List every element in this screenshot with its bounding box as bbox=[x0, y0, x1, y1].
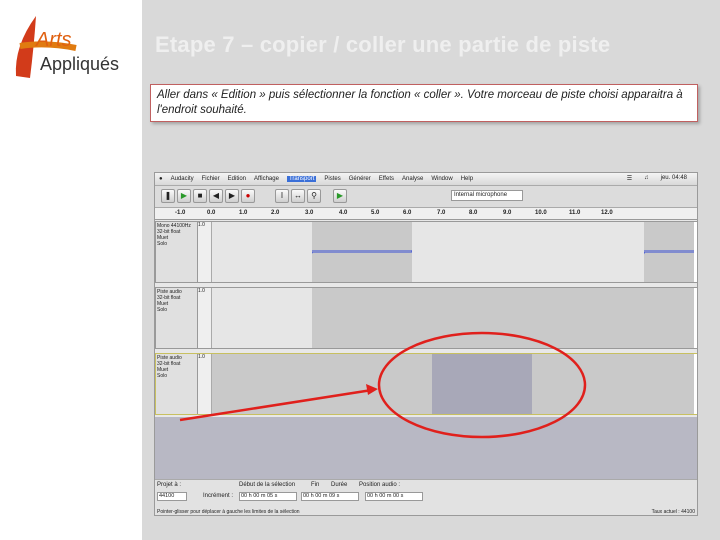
unselected-region bbox=[412, 222, 644, 282]
menu-effets[interactable]: Effets bbox=[379, 176, 394, 182]
track-area: Mono 44100Hz 32-bit float Muet Solo 1.0 bbox=[155, 221, 697, 417]
waveform-area[interactable] bbox=[212, 288, 694, 348]
ruler-tick: 11.0 bbox=[569, 210, 581, 216]
menu-edition[interactable]: Edition bbox=[228, 176, 246, 182]
track-control-panel[interactable]: Mono 44100Hz 32-bit float Muet Solo bbox=[156, 222, 198, 282]
record-button[interactable]: ● bbox=[241, 189, 255, 203]
solo-button[interactable]: Solo bbox=[157, 241, 196, 247]
menu-bar: ● Audacity Fichier Edition Affichage Tra… bbox=[155, 173, 697, 186]
menu-window[interactable]: Window bbox=[431, 176, 452, 182]
ruler-tick: 5.0 bbox=[371, 210, 380, 216]
ruler-tick: 7.0 bbox=[437, 210, 446, 216]
envelope-tool-icon[interactable]: ↔ bbox=[291, 189, 305, 203]
project-rate-label: Projet à : bbox=[157, 482, 182, 488]
ruler-tick: 6.0 bbox=[403, 210, 412, 216]
selection-start-label: Début de la sélection bbox=[239, 482, 296, 488]
pause-button[interactable]: ❚ bbox=[161, 189, 175, 203]
end-radio[interactable]: Fin bbox=[311, 482, 319, 488]
ruler-tick: 10.0 bbox=[535, 210, 547, 216]
waveform-area[interactable] bbox=[211, 222, 694, 282]
snap-label[interactable]: Incrément : bbox=[203, 493, 233, 499]
solo-button[interactable]: Solo bbox=[157, 307, 196, 313]
audio-position-field[interactable]: 00 h 00 m 00 s bbox=[365, 492, 423, 501]
ruler-tick: 8.0 bbox=[469, 210, 478, 216]
menu-analyse[interactable]: Analyse bbox=[402, 176, 423, 182]
scale-label: 1.0 bbox=[198, 288, 205, 294]
logo-line2: Appliqués bbox=[40, 54, 119, 74]
menu-pistes[interactable]: Pistes bbox=[324, 176, 340, 182]
play-at-speed-button[interactable]: ▶ bbox=[333, 189, 347, 203]
waveform-area[interactable] bbox=[212, 354, 694, 414]
menu-transport[interactable]: Transport bbox=[286, 176, 317, 182]
menu-fichier[interactable]: Fichier bbox=[202, 176, 220, 182]
status-hint: Pointer-glisser pour déplacer à gauche l… bbox=[157, 509, 300, 515]
audio-position-label: Position audio : bbox=[359, 482, 401, 488]
selection-start-field[interactable]: 00 h 00 m 05 s bbox=[239, 492, 297, 501]
logo-line1: Arts bbox=[35, 29, 72, 51]
unselected-region bbox=[212, 222, 312, 282]
ruler-tick: 1.0 bbox=[239, 210, 248, 216]
clip-region bbox=[212, 288, 312, 348]
ruler-tick: 3.0 bbox=[305, 210, 314, 216]
amplitude-scale: 1.0 bbox=[198, 354, 212, 414]
skip-end-button[interactable]: ▶ bbox=[225, 189, 239, 203]
stop-button[interactable]: ■ bbox=[193, 189, 207, 203]
ruler-tick: 12.0 bbox=[601, 210, 613, 216]
arts-appliques-logo: Arts Appliqués bbox=[15, 16, 119, 78]
menu-generer[interactable]: Générer bbox=[349, 176, 371, 182]
apple-icon[interactable]: ● bbox=[159, 176, 163, 182]
audio-track-2[interactable]: Piste audio 32-bit float Muet Solo 1.0 bbox=[155, 287, 697, 349]
audio-track-3[interactable]: Piste audio 32-bit float Muet Solo 1.0 bbox=[155, 353, 697, 415]
volume-icon[interactable]: ♫ bbox=[644, 175, 649, 182]
menu-audacity[interactable]: Audacity bbox=[171, 176, 194, 182]
amplitude-scale: 1.0 bbox=[198, 222, 212, 282]
ruler-tick: 2.0 bbox=[271, 210, 280, 216]
empty-track-area[interactable] bbox=[155, 417, 697, 479]
clock: jeu. 04:48 bbox=[660, 175, 687, 181]
input-source-select[interactable]: Internal microphone bbox=[451, 190, 523, 201]
instruction-box: Aller dans « Edition » puis sélectionner… bbox=[150, 84, 698, 122]
pasted-clip-region bbox=[432, 354, 532, 414]
scale-label: 1.0 bbox=[198, 222, 205, 228]
timeline-ruler[interactable]: -1.0 0.0 1.0 2.0 3.0 4.0 5.0 6.0 7.0 8.0… bbox=[155, 208, 697, 220]
ruler-tick: 9.0 bbox=[503, 210, 512, 216]
slide-title: Etape 7 – copier / coller une partie de … bbox=[155, 32, 611, 57]
menu-affichage[interactable]: Affichage bbox=[254, 176, 279, 182]
selection-bar: Projet à : 44100 Incrément : Début de la… bbox=[155, 479, 697, 515]
audio-track-1[interactable]: Mono 44100Hz 32-bit float Muet Solo 1.0 bbox=[155, 221, 697, 283]
audacity-window: ● Audacity Fichier Edition Affichage Tra… bbox=[154, 172, 698, 516]
track-control-panel[interactable]: Piste audio 32-bit float Muet Solo bbox=[156, 288, 198, 348]
sidebar: Arts Appliqués bbox=[0, 0, 142, 540]
actual-rate: Taux actuel : 44100 bbox=[651, 509, 695, 515]
ruler-tick: 0.0 bbox=[207, 210, 216, 216]
toolbar: ❚ ▶ ■ ◀ ▶ ● I ↔ ⚲ ▶ Internal microphone bbox=[155, 186, 697, 208]
project-rate-select[interactable]: 44100 bbox=[157, 492, 187, 501]
selection-end-field[interactable]: 00 h 00 m 09 s bbox=[301, 492, 359, 501]
menu-extras: ☰ ♫ jeu. 04:48 bbox=[627, 175, 695, 182]
play-button[interactable]: ▶ bbox=[177, 189, 191, 203]
menu-help[interactable]: Help bbox=[461, 176, 473, 182]
skip-start-button[interactable]: ◀ bbox=[209, 189, 223, 203]
track-control-panel[interactable]: Piste audio 32-bit float Muet Solo bbox=[156, 354, 198, 414]
wifi-icon[interactable]: ☰ bbox=[627, 175, 632, 182]
scale-label: 1.0 bbox=[198, 354, 205, 360]
solo-button[interactable]: Solo bbox=[157, 373, 196, 379]
select-tool-icon[interactable]: I bbox=[275, 189, 289, 203]
amplitude-scale: 1.0 bbox=[198, 288, 212, 348]
length-radio[interactable]: Durée bbox=[331, 482, 347, 488]
ruler-tick: 4.0 bbox=[339, 210, 348, 216]
ruler-tick: -1.0 bbox=[175, 210, 186, 216]
zoom-tool-icon[interactable]: ⚲ bbox=[307, 189, 321, 203]
